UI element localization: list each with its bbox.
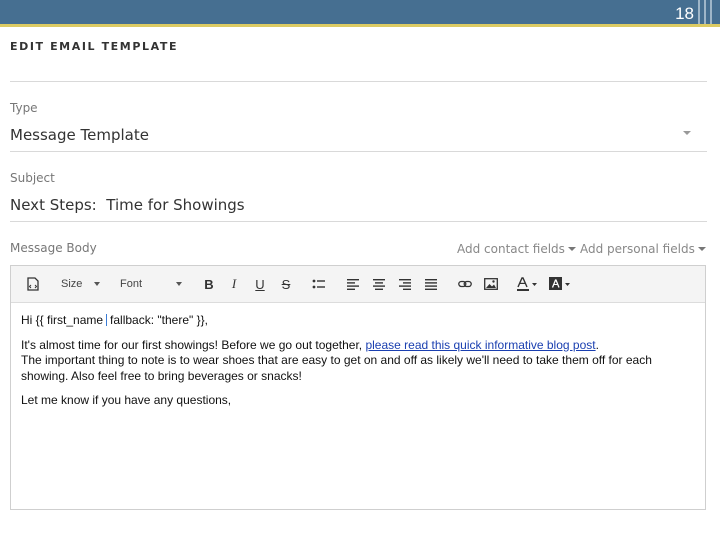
align-right-icon[interactable] <box>396 274 414 294</box>
greeting-line: Hi {{ first_name fallback: "there" }}, <box>21 313 208 327</box>
strikethrough-button[interactable]: S <box>277 274 295 294</box>
text-cursor <box>106 314 108 326</box>
paragraph-2-line-2: showing. Also feel free to bring beverag… <box>21 368 302 383</box>
divider <box>10 151 707 152</box>
link-icon[interactable] <box>456 274 474 294</box>
align-center-icon[interactable] <box>370 274 388 294</box>
slide-header-bar: 18 <box>0 0 720 24</box>
chevron-down-icon <box>567 247 576 251</box>
subject-label: Subject <box>10 171 55 185</box>
bullet-list-icon[interactable] <box>310 274 328 294</box>
chevron-down-icon[interactable] <box>683 131 691 135</box>
divider <box>10 81 707 82</box>
page-title: EDIT EMAIL TEMPLATE <box>10 40 179 53</box>
slide-number: 18 <box>675 4 694 23</box>
chevron-down-icon <box>94 282 101 286</box>
italic-button[interactable]: I <box>225 274 243 294</box>
background-color-icon[interactable] <box>548 274 572 294</box>
type-select[interactable]: Message Template <box>10 126 149 144</box>
editor-toolbar: Size Font B I U S <box>11 266 705 303</box>
type-label: Type <box>10 101 38 115</box>
underline-button[interactable]: U <box>251 274 269 294</box>
header-stripe <box>698 0 700 24</box>
divider <box>10 221 707 222</box>
align-left-icon[interactable] <box>344 274 362 294</box>
align-justify-icon[interactable] <box>422 274 440 294</box>
source-code-icon[interactable] <box>23 274 43 294</box>
image-icon[interactable] <box>482 274 500 294</box>
closing-line: Let me know if you have any questions, <box>21 393 232 407</box>
chevron-down-icon <box>176 282 183 286</box>
paragraph-1: It's almost time for our first showings!… <box>21 337 599 352</box>
font-size-dropdown[interactable]: Size <box>61 274 105 294</box>
message-body-label: Message Body <box>10 241 97 255</box>
header-stripe <box>710 0 712 24</box>
header-stripe <box>704 0 706 24</box>
blog-post-link[interactable]: please read this quick informative blog … <box>365 338 595 352</box>
paragraph-2-line-1: The important thing to note is to wear s… <box>21 353 652 367</box>
chevron-down-icon <box>697 247 706 251</box>
message-body-editor[interactable]: Size Font B I U S Hi {{first_name fallb… <box>10 265 706 510</box>
text-color-icon[interactable] <box>515 274 539 294</box>
add-personal-fields-dropdown[interactable]: Add personal fields <box>580 242 706 256</box>
header-accent-line <box>0 24 720 27</box>
email-body-content[interactable]: Hi {{ first_name fallback: "there" }}, It… <box>21 313 691 409</box>
bold-button[interactable]: B <box>200 274 218 294</box>
font-family-dropdown[interactable]: Font <box>120 274 188 294</box>
subject-input[interactable]: Next Steps: Time for Showings <box>10 196 245 214</box>
add-contact-fields-dropdown[interactable]: Add contact fields <box>457 242 576 256</box>
